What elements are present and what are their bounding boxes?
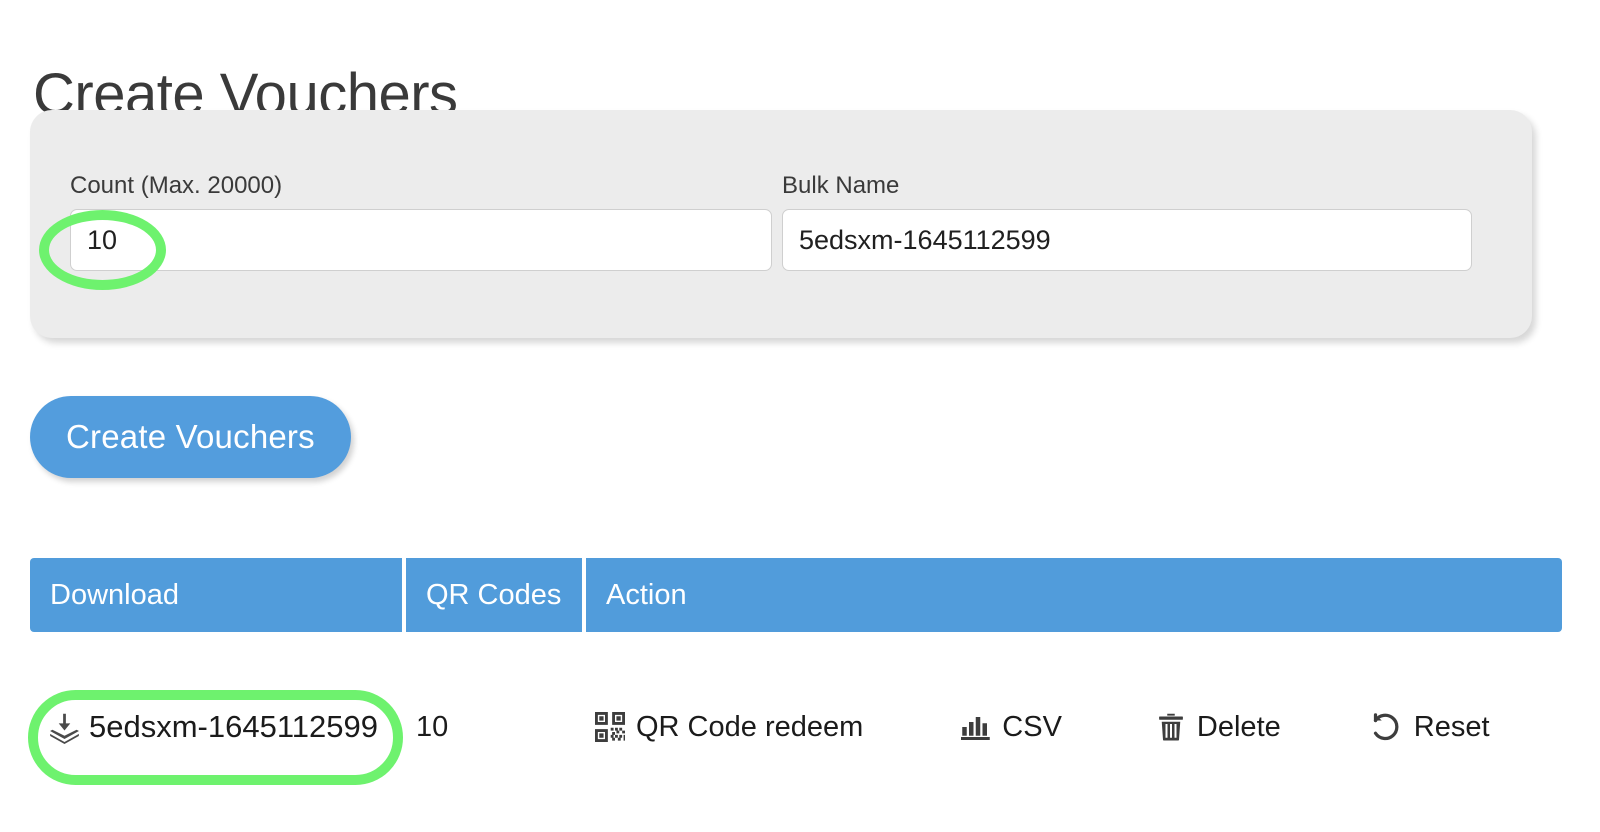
csv-label: CSV — [1002, 710, 1062, 743]
cell-actions: QR Code redeem CSV Delete Reset — [578, 710, 1562, 744]
delete-action[interactable]: Delete — [1156, 711, 1281, 744]
reset-label: Reset — [1413, 710, 1490, 743]
trash-icon — [1156, 712, 1186, 742]
table-body: 5edsxm-1645112599 10 QR Code redeem CSV … — [30, 684, 1562, 770]
qr-code-redeem-action[interactable]: QR Code redeem — [595, 711, 863, 744]
cell-download[interactable]: 5edsxm-1645112599 — [30, 709, 402, 745]
qr-code-icon — [595, 712, 625, 742]
count-input[interactable] — [70, 209, 772, 271]
bulk-name-field-group: Bulk Name — [782, 172, 1472, 271]
table-header-row: Download QR Codes Action — [30, 558, 1562, 632]
qr-code-redeem-label: QR Code redeem — [636, 710, 864, 743]
count-field-group: Count (Max. 20000) — [70, 172, 772, 271]
table-row: 5edsxm-1645112599 10 QR Code redeem CSV … — [30, 684, 1562, 770]
csv-action[interactable]: CSV — [961, 711, 1062, 744]
count-field-label: Count (Max. 20000) — [70, 172, 283, 199]
undo-icon — [1369, 710, 1403, 744]
vouchers-table: Download QR Codes Action 5edsxm-16451125… — [30, 558, 1562, 770]
download-icon[interactable] — [48, 711, 81, 744]
reset-action[interactable]: Reset — [1369, 710, 1490, 744]
create-vouchers-button[interactable]: Create Vouchers — [30, 396, 351, 478]
delete-label: Delete — [1196, 710, 1281, 743]
column-header-action[interactable]: Action — [586, 558, 1562, 632]
bulk-name-field-label: Bulk Name — [782, 172, 900, 199]
create-voucher-form-panel: Count (Max. 20000) Bulk Name — [30, 110, 1532, 338]
bar-chart-icon — [961, 712, 991, 742]
bulk-name-input[interactable] — [782, 209, 1472, 271]
cell-qr-codes-count: 10 — [416, 710, 449, 743]
column-header-download[interactable]: Download — [30, 558, 402, 632]
column-header-qr-codes[interactable]: QR Codes — [406, 558, 582, 632]
download-label: 5edsxm-1645112599 — [89, 709, 378, 744]
